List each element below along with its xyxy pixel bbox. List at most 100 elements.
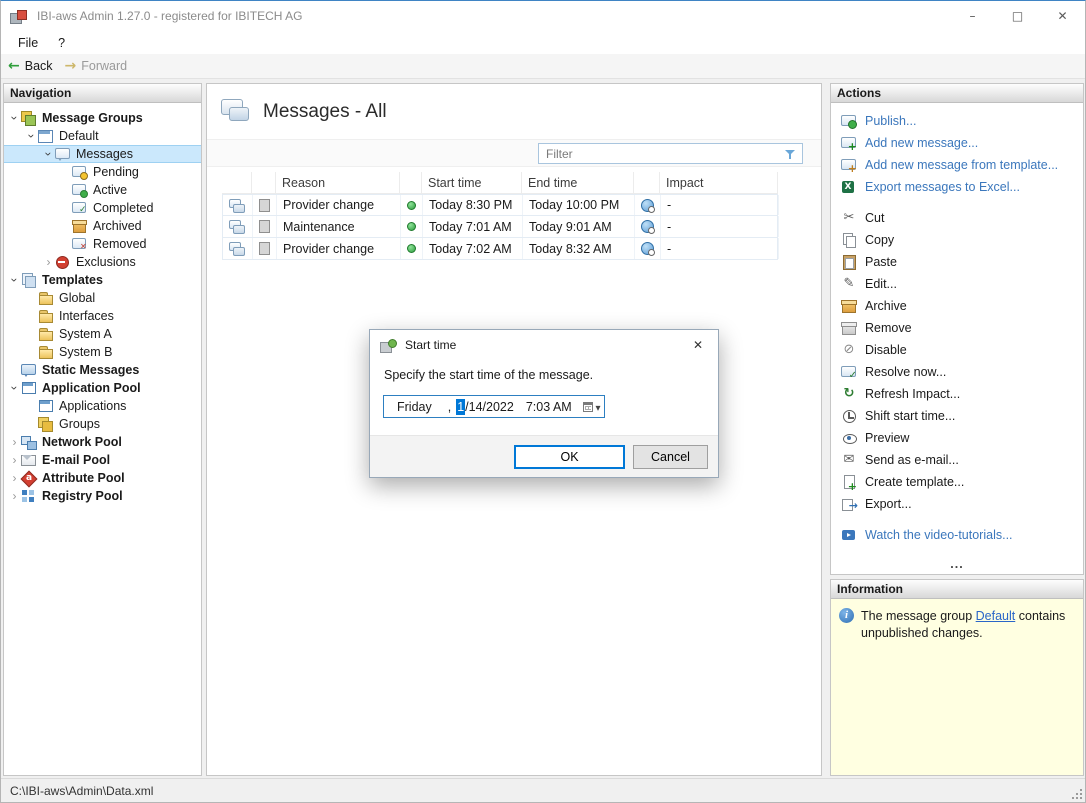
menu-file[interactable]: File [9, 34, 47, 52]
action-add-new-message[interactable]: Add new message... [841, 132, 1079, 154]
actions-overflow-indicator[interactable]: ... [831, 558, 1083, 574]
active-icon [72, 183, 88, 198]
edit-icon [841, 276, 857, 292]
action-copy[interactable]: Copy [841, 229, 1079, 251]
datetime-separator: , [447, 399, 452, 414]
action-shift-start-time[interactable]: Shift start time... [841, 405, 1079, 427]
header-checkbox-column [252, 172, 276, 193]
row-checkbox[interactable] [259, 220, 270, 233]
action-disable[interactable]: Disable [841, 339, 1079, 361]
action-export-messages-to-excel[interactable]: Export messages to Excel... [841, 176, 1079, 198]
expander-right-icon[interactable]: › [8, 472, 21, 484]
tree-item-removed[interactable]: Removed [4, 235, 201, 253]
action-cut[interactable]: Cut [841, 207, 1079, 229]
expander-down-icon[interactable]: › [42, 148, 56, 161]
table-row[interactable]: Maintenance Today 7:01 AM Today 9:01 AM - [222, 216, 779, 238]
remove-icon [841, 320, 857, 336]
datetime-date-segment[interactable]: /14/2022 [465, 400, 514, 414]
action-refresh-impact[interactable]: Refresh Impact... [841, 383, 1079, 405]
back-label: Back [24, 59, 53, 73]
tree-item-message-groups[interactable]: › Message Groups [4, 109, 201, 127]
action-remove[interactable]: Remove [841, 317, 1079, 339]
action-send-as-e-mail[interactable]: Send as e-mail... [841, 449, 1079, 471]
tree-item-attribute-pool[interactable]: › Attribute Pool [4, 469, 201, 487]
expander-down-icon[interactable]: › [8, 382, 22, 395]
default-group-link[interactable]: Default [976, 609, 1016, 623]
ok-button[interactable]: OK [514, 445, 625, 469]
tree-item-archived[interactable]: Archived [4, 217, 201, 235]
default-group-icon [38, 129, 53, 143]
table-row[interactable]: Provider change Today 7:02 AM Today 8:32 A… [222, 238, 779, 260]
tree-item-exclusions[interactable]: › Exclusions [4, 253, 201, 271]
tree-item-pending[interactable]: Pending [4, 163, 201, 181]
datetime-picker[interactable]: Friday , 1 /14/2022 7:03 AM [383, 395, 605, 418]
tree-item-static-messages[interactable]: Static Messages [4, 361, 201, 379]
forward-button[interactable]: Forward [65, 58, 127, 74]
message-icon [229, 198, 245, 213]
tree-item-registry-pool[interactable]: › Registry Pool [4, 487, 201, 505]
column-header-reason[interactable]: Reason [276, 172, 400, 193]
resize-grip[interactable] [1070, 787, 1082, 799]
tree-item-label: Removed [93, 237, 147, 251]
action-archive[interactable]: Archive [841, 295, 1079, 317]
filter-funnel-icon[interactable] [784, 147, 798, 161]
start-time-cell: Today 7:01 AM [423, 216, 523, 237]
tree-item-system-b[interactable]: System B [4, 343, 201, 361]
tree-item-application-pool[interactable]: › Application Pool [4, 379, 201, 397]
expander-right-icon[interactable]: › [8, 454, 21, 466]
status-bar: C:\IBI-aws\Admin\Data.xml [1, 778, 1085, 802]
tree-item-completed[interactable]: Completed [4, 199, 201, 217]
action-preview[interactable]: Preview [841, 427, 1079, 449]
datetime-time-segment[interactable]: 7:03 AM [526, 400, 572, 414]
back-button[interactable]: Back [8, 58, 53, 74]
action-resolve-now[interactable]: Resolve now... [841, 361, 1079, 383]
filter-input[interactable] [539, 146, 784, 161]
action-create-template[interactable]: Create template... [841, 471, 1079, 493]
tree-item-active[interactable]: Active [4, 181, 201, 199]
expander-right-icon[interactable]: › [8, 436, 21, 448]
column-header-start-time[interactable]: Start time [422, 172, 522, 193]
close-button[interactable]: ✕ [1040, 1, 1085, 31]
maximize-button[interactable]: □ [995, 1, 1040, 31]
action-add-new-message-from-template[interactable]: Add new message from template... [841, 154, 1079, 176]
row-checkbox[interactable] [259, 242, 270, 255]
menu-help[interactable]: ? [49, 34, 74, 52]
datetime-selected-segment[interactable]: 1 [456, 398, 466, 415]
tree-item-interfaces[interactable]: Interfaces [4, 307, 201, 325]
tree-item-messages[interactable]: › Messages [4, 145, 201, 163]
dialog-close-button[interactable]: ✕ [678, 330, 718, 359]
expander-down-icon[interactable]: › [25, 130, 39, 143]
action-export[interactable]: Export... [841, 493, 1079, 515]
tree-item-templates[interactable]: › Templates [4, 271, 201, 289]
datetime-day-segment[interactable]: Friday [397, 400, 432, 414]
column-header-end-time[interactable]: End time [522, 172, 634, 193]
minimize-button[interactable]: – [950, 1, 995, 31]
row-checkbox[interactable] [259, 198, 270, 212]
tree-item-e-mail-pool[interactable]: › E-mail Pool [4, 451, 201, 469]
actions-panel-header: Actions [831, 84, 1083, 103]
tree-item-default[interactable]: › Default [4, 127, 201, 145]
expander-down-icon[interactable]: › [8, 112, 22, 125]
tree-item-network-pool[interactable]: › Network Pool [4, 433, 201, 451]
expander-right-icon[interactable]: › [42, 256, 55, 268]
tree-item-system-a[interactable]: System A [4, 325, 201, 343]
action-paste[interactable]: Paste [841, 251, 1079, 273]
action-edit[interactable]: Edit... [841, 273, 1079, 295]
folder-icon [38, 327, 53, 341]
tree-item-groups[interactable]: Groups [4, 415, 201, 433]
cancel-button[interactable]: Cancel [633, 445, 708, 469]
column-header-impact[interactable]: Impact [660, 172, 778, 193]
impact-icon-cell [635, 195, 661, 215]
action-label: Add new message from template... [865, 158, 1059, 172]
app-window: IBI-aws Admin 1.27.0 - registered for IB… [0, 0, 1086, 803]
tree-item-applications[interactable]: Applications [4, 397, 201, 415]
expander-right-icon[interactable]: › [8, 490, 21, 502]
expander-down-icon[interactable]: › [8, 274, 22, 287]
tree-item-global[interactable]: Global [4, 289, 201, 307]
window-controls: – □ ✕ [950, 1, 1085, 31]
tree-item-label: Message Groups [42, 111, 143, 125]
datetime-dropdown-button[interactable] [580, 396, 604, 417]
action-publish[interactable]: Publish... [841, 110, 1079, 132]
action-watch-the-video-tutorials[interactable]: Watch the video-tutorials... [841, 524, 1079, 546]
table-row[interactable]: Provider change Today 8:30 PM Today 10:00 … [222, 194, 779, 216]
